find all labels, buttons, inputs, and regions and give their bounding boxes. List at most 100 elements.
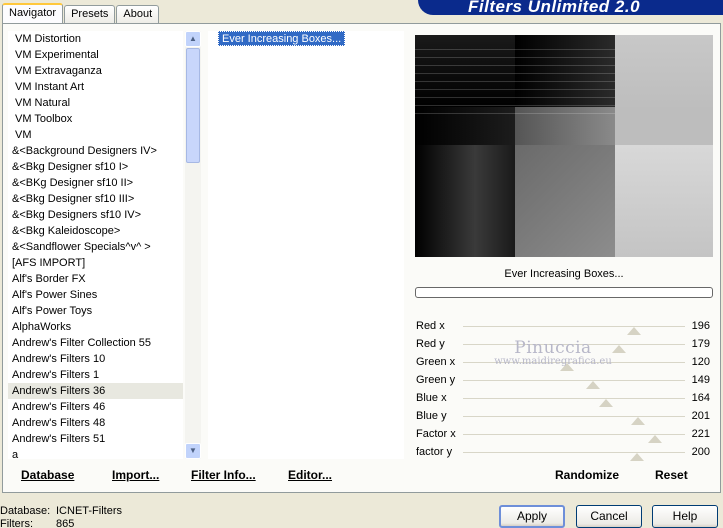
preview-box (615, 107, 713, 145)
slider-line (463, 326, 685, 327)
effect-list[interactable]: Ever Increasing Boxes... (208, 31, 404, 459)
slider-value: 120 (691, 356, 710, 368)
effect-item-selected[interactable]: Ever Increasing Boxes... (218, 31, 346, 46)
category-item[interactable]: Andrew's Filters 10 (8, 351, 183, 367)
slider-track[interactable] (463, 318, 685, 336)
slider-line (463, 416, 685, 417)
slider-thumb[interactable] (648, 435, 663, 443)
editor-button[interactable]: Editor... (288, 468, 332, 482)
status-database: Database: ICNET-Filters (0, 505, 122, 517)
slider-track[interactable] (463, 408, 685, 426)
slider-row: factor y 200 (413, 444, 715, 462)
category-list[interactable]: VM Distortion VM Experimental VM Extravaga… (8, 31, 183, 459)
app-title: Filters Unlimited 2.0 (468, 0, 641, 15)
import-button[interactable]: Import... (112, 468, 159, 482)
slider-thumb[interactable] (598, 399, 613, 407)
preview-stripe (415, 89, 615, 90)
preview-stripe (415, 81, 615, 82)
scroll-down-button[interactable]: ▼ (185, 443, 201, 459)
slider-value: 164 (691, 392, 710, 404)
slider-value: 196 (691, 320, 710, 332)
category-item[interactable]: VM Distortion (8, 31, 183, 47)
category-item[interactable]: &<Bkg Designers sf10 IV> (8, 207, 183, 223)
category-item[interactable]: Alf's Border FX (8, 271, 183, 287)
scroll-up-button[interactable]: ▲ (185, 31, 201, 47)
database-button[interactable]: Database (21, 468, 74, 482)
preview-stripe (415, 57, 615, 58)
category-item[interactable]: Alf's Power Sines (8, 287, 183, 303)
category-item[interactable]: &<Bkg Kaleidoscope> (8, 223, 183, 239)
tab-navigator[interactable]: Navigator (2, 3, 64, 24)
slider-row: Red x 196 (413, 318, 715, 336)
slider-label: Red y (416, 338, 445, 350)
category-item[interactable]: &<Bkg Designer sf10 I> (8, 159, 183, 175)
category-item[interactable]: VM Experimental (8, 47, 183, 63)
category-item[interactable]: Andrew's Filters 51 (8, 431, 183, 447)
category-item[interactable]: &<Background Designers IV> (8, 143, 183, 159)
category-item[interactable]: &<Bkg Designer sf10 III> (8, 191, 183, 207)
category-item[interactable]: Andrew's Filters 48 (8, 415, 183, 431)
tab-presets[interactable]: Presets (64, 5, 116, 24)
randomize-button[interactable]: Randomize (555, 468, 619, 482)
preview-box (415, 145, 515, 257)
preview-box (615, 145, 713, 257)
category-item[interactable]: AlphaWorks (8, 319, 183, 335)
category-item[interactable]: VM (8, 127, 183, 143)
tab-about[interactable]: About (116, 5, 160, 24)
category-item[interactable]: &<Sandflower Specials^v^ > (8, 239, 183, 255)
preview-image (415, 35, 713, 257)
slider-track[interactable] (463, 444, 685, 462)
status-filters-value: 865 (56, 518, 75, 528)
status-database-value: ICNET-Filters (56, 505, 122, 517)
slider-thumb[interactable] (560, 363, 575, 371)
category-item[interactable]: a (8, 447, 183, 459)
slider-line (463, 452, 685, 453)
slider-value: 149 (691, 374, 710, 386)
cancel-button[interactable]: Cancel (576, 505, 642, 528)
category-item[interactable]: Andrew's Filters 46 (8, 399, 183, 415)
tab-bar: Navigator Presets About (2, 3, 160, 24)
filter-info-button[interactable]: Filter Info... (191, 468, 256, 482)
category-item[interactable]: VM Natural (8, 95, 183, 111)
slider-track[interactable] (463, 372, 685, 390)
category-item[interactable]: &<BKg Designer sf10 II> (8, 175, 183, 191)
slider-track[interactable] (463, 390, 685, 408)
preview-stripe (415, 97, 615, 98)
parameter-sliders: Red x 196 Red y 179 Green x 120 Green y 149 Blue… (413, 318, 715, 462)
category-item[interactable]: Andrew's Filter Collection 55 (8, 335, 183, 351)
slider-label: Green y (416, 374, 456, 386)
category-item[interactable]: VM Extravaganza (8, 63, 183, 79)
reset-button[interactable]: Reset (655, 468, 688, 482)
category-item[interactable]: Andrew's Filters 1 (8, 367, 183, 383)
slider-track[interactable] (463, 426, 685, 444)
preview-caption: Ever Increasing Boxes... (504, 268, 624, 280)
category-item[interactable]: VM Toolbox (8, 111, 183, 127)
category-item[interactable]: Alf's Power Toys (8, 303, 183, 319)
category-item[interactable]: [AFS IMPORT] (8, 255, 183, 271)
slider-thumb[interactable] (585, 381, 600, 389)
category-item[interactable]: Andrew's Filters 36 (8, 383, 183, 399)
status-filters-label: Filters: (0, 518, 33, 528)
category-item[interactable]: VM Instant Art (8, 79, 183, 95)
slider-value: 221 (691, 428, 710, 440)
slider-row: Factor x 221 (413, 426, 715, 444)
slider-track[interactable] (463, 336, 685, 354)
scroll-thumb[interactable] (186, 48, 200, 163)
slider-thumb[interactable] (626, 327, 641, 335)
slider-row: Red y 179 (413, 336, 715, 354)
preview-stripe (415, 105, 615, 106)
slider-label: Red x (416, 320, 445, 332)
slider-track[interactable] (463, 354, 685, 372)
category-list-scrollbar[interactable]: ▲ ▼ (185, 31, 201, 459)
slider-row: Green y 149 (413, 372, 715, 390)
slider-thumb[interactable] (630, 453, 645, 461)
slider-line (463, 380, 685, 381)
slider-label: Blue y (416, 410, 447, 422)
slider-value: 200 (691, 446, 710, 458)
apply-button[interactable]: Apply (499, 505, 565, 528)
slider-row: Blue y 201 (413, 408, 715, 426)
help-button[interactable]: Help (652, 505, 718, 528)
slider-thumb[interactable] (611, 345, 626, 353)
slider-thumb[interactable] (630, 417, 645, 425)
preview-stripe (415, 65, 615, 66)
